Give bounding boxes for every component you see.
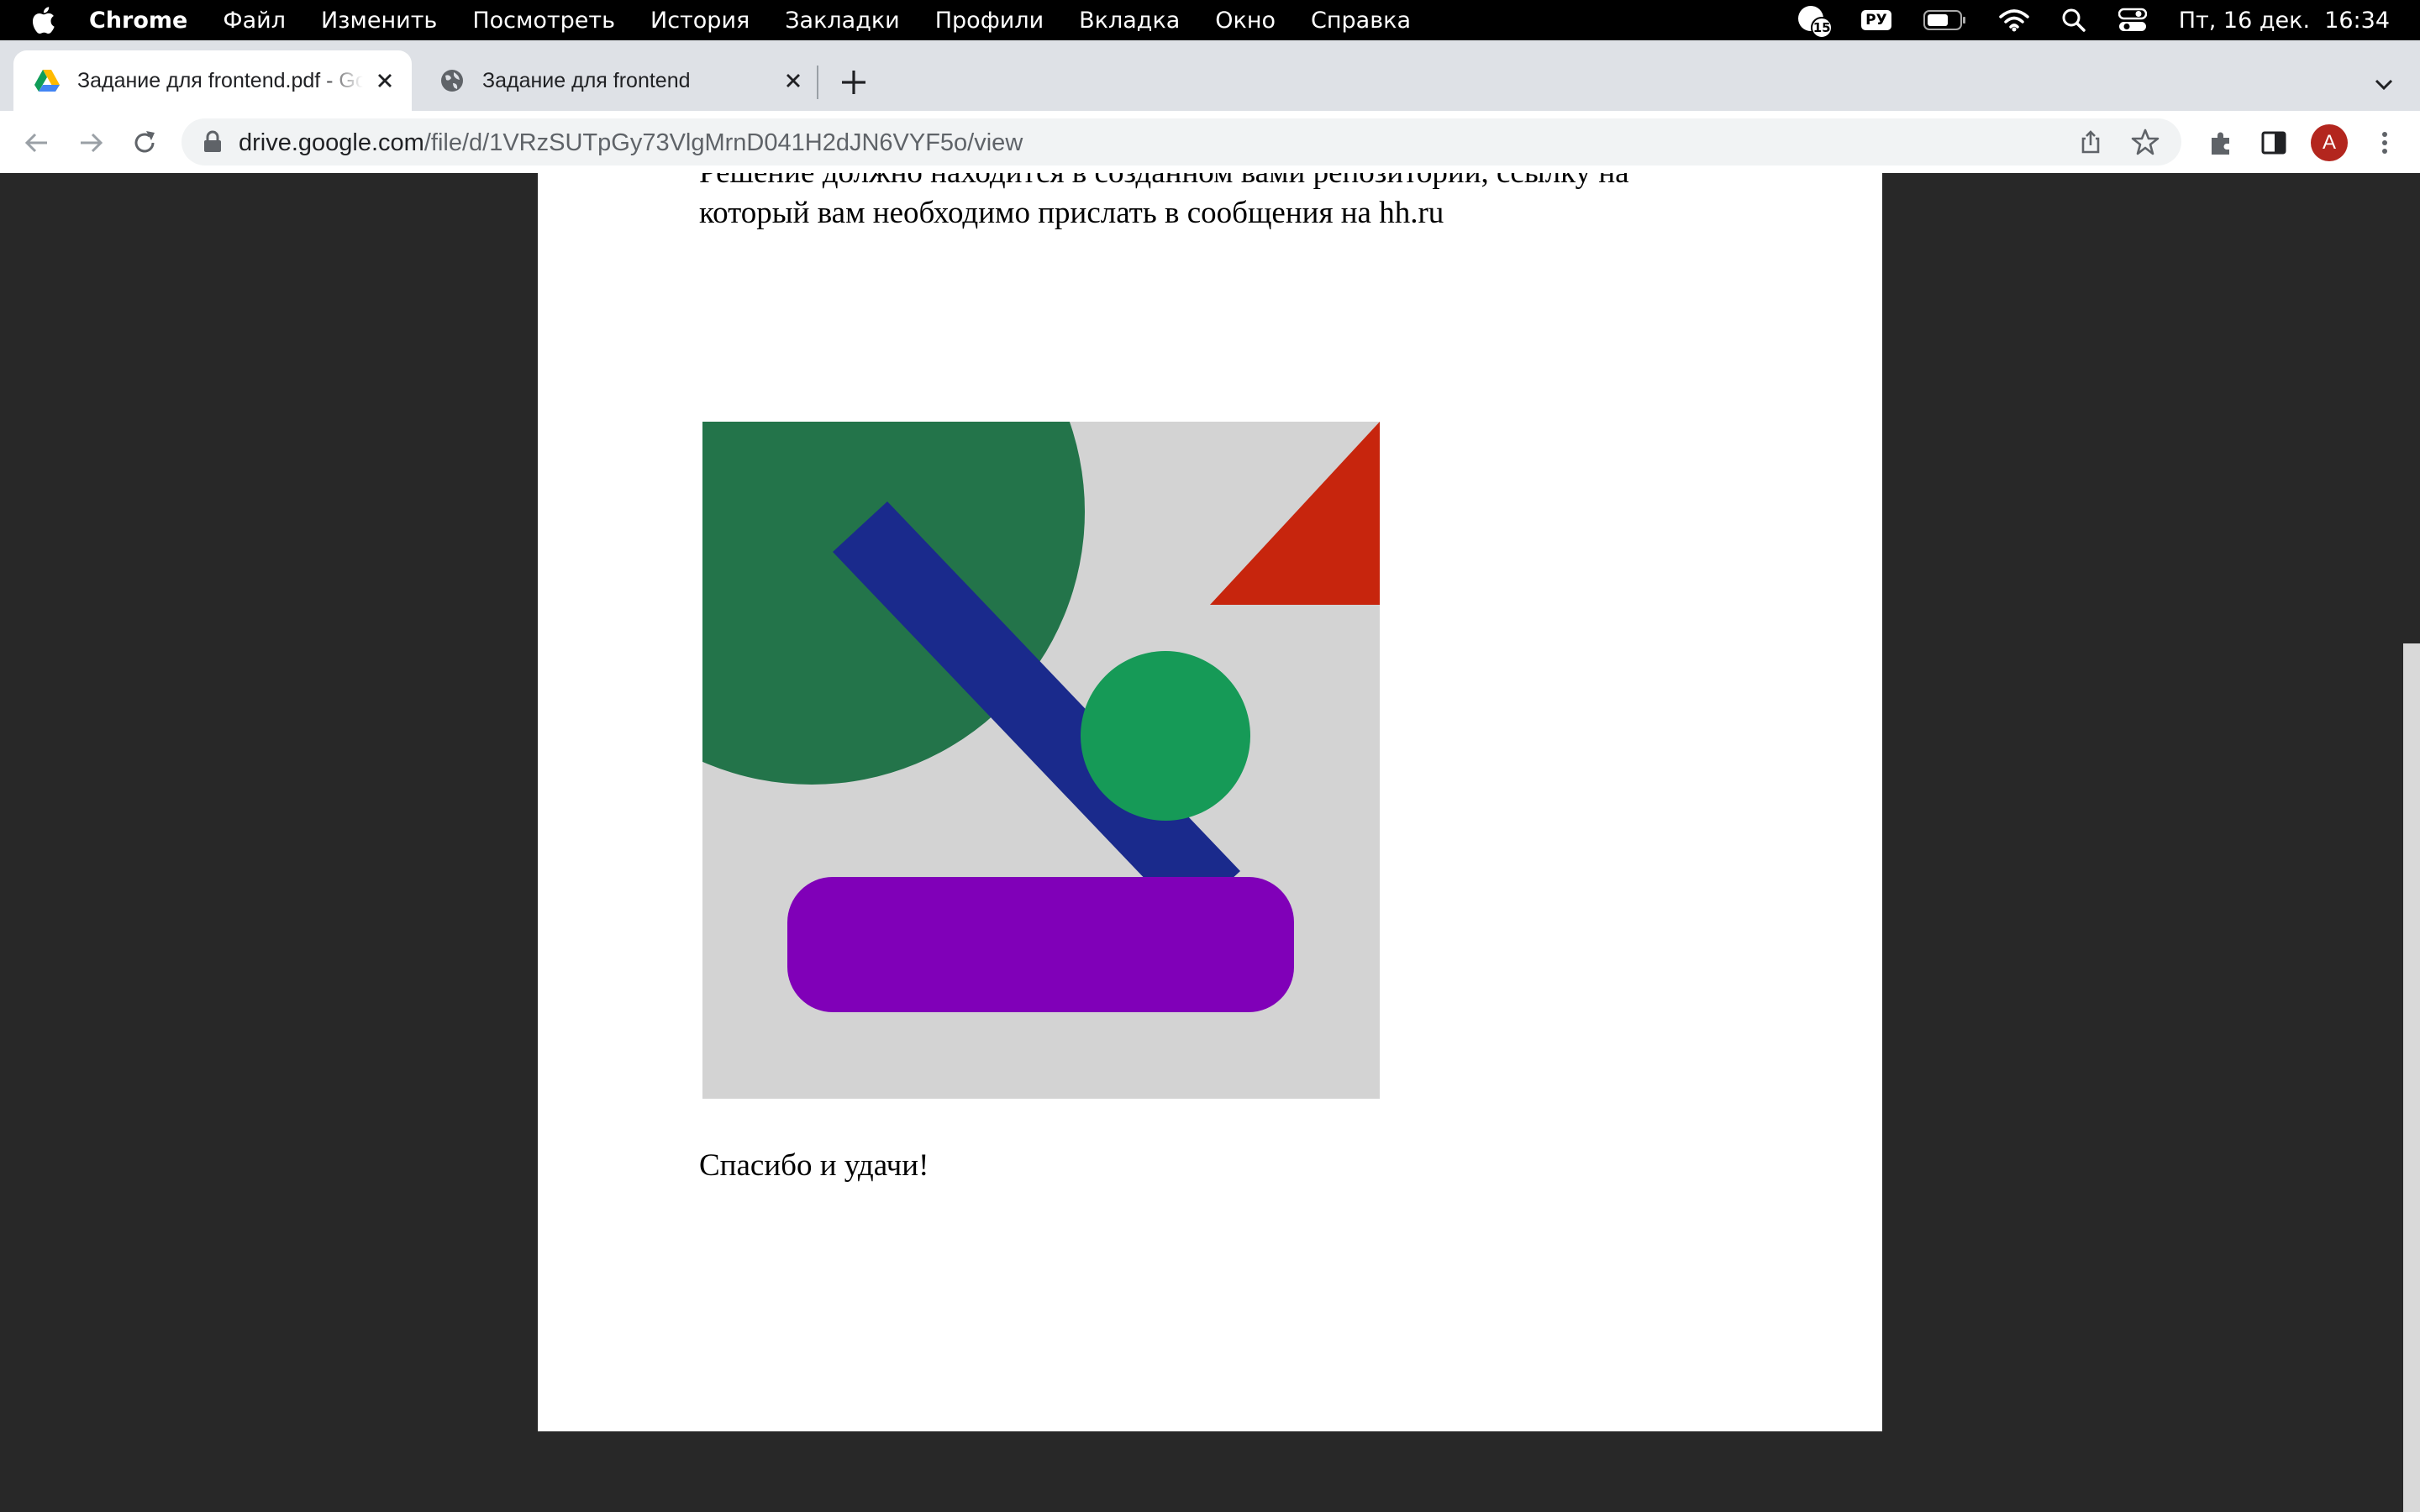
- apple-logo-icon[interactable]: [30, 6, 55, 34]
- browser-tab-strip: Задание для frontend.pdf - Google Drive …: [0, 40, 2420, 111]
- menu-view[interactable]: Посмотреть: [472, 8, 615, 34]
- address-bar[interactable]: drive.google.com/file/d/1VRzSUTpGy73VlgM…: [182, 118, 2181, 165]
- chrome-menu-kebab-icon[interactable]: [2370, 128, 2400, 158]
- tab-separator: [817, 66, 818, 99]
- back-arrow-icon[interactable]: [22, 128, 52, 158]
- globe-icon: [441, 70, 463, 92]
- close-tab-icon[interactable]: [373, 69, 397, 92]
- menu-help[interactable]: Справка: [1311, 8, 1411, 34]
- tab-search-chevron-down-icon[interactable]: [2370, 71, 2398, 99]
- browser-toolbar: drive.google.com/file/d/1VRzSUTpGy73VlgM…: [0, 111, 2420, 174]
- extensions-puzzle-icon[interactable]: [2207, 128, 2237, 158]
- menu-tab[interactable]: Вкладка: [1079, 8, 1180, 34]
- purple-rounded-rectangle: [787, 877, 1294, 1012]
- tab-title: Задание для frontend: [482, 68, 691, 92]
- reload-icon[interactable]: [129, 128, 160, 158]
- menu-app-name[interactable]: Chrome: [89, 8, 187, 34]
- small-green-circle: [1081, 651, 1250, 821]
- vertical-scrollbar[interactable]: [2403, 643, 2420, 1512]
- close-tab-icon[interactable]: [781, 69, 805, 92]
- forward-arrow-icon[interactable]: [76, 128, 106, 158]
- menubar-clock[interactable]: Пт, 16 дек. 16:34: [2179, 8, 2390, 34]
- paragraph-line: Решение должно находится в созданном вам…: [699, 173, 1629, 191]
- url-host: drive.google.com: [239, 129, 424, 156]
- macos-menu-bar: Chrome Файл Изменить Посмотреть История …: [0, 0, 2420, 40]
- menu-profiles[interactable]: Профили: [935, 8, 1044, 34]
- menu-window[interactable]: Окно: [1215, 8, 1276, 34]
- tab-drive-pdf[interactable]: Задание для frontend.pdf - Google Drive: [13, 50, 412, 111]
- url-text[interactable]: drive.google.com/file/d/1VRzSUTpGy73VlgM…: [239, 129, 1023, 157]
- notification-count: 15: [1811, 17, 1833, 39]
- geometric-shapes-figure: [702, 422, 1380, 1099]
- paragraph-line: который вам необходимо прислать в сообще…: [699, 196, 1444, 230]
- new-tab-plus-icon[interactable]: [837, 66, 871, 99]
- wifi-icon[interactable]: [1998, 8, 2029, 32]
- lock-icon[interactable]: [202, 130, 224, 154]
- menu-edit[interactable]: Изменить: [321, 8, 437, 34]
- pdf-viewer[interactable]: Решение должно находится в созданном вам…: [0, 173, 2420, 1512]
- pdf-page: Решение должно находится в созданном вам…: [538, 173, 1882, 1431]
- control-center-icon[interactable]: [2118, 8, 2147, 33]
- tab-title: Задание для frontend.pdf - Google Drive: [77, 68, 363, 92]
- menu-history[interactable]: История: [650, 8, 750, 34]
- share-icon[interactable]: [2077, 129, 2104, 155]
- profile-avatar[interactable]: A: [2311, 124, 2348, 161]
- menu-bookmarks[interactable]: Закладки: [785, 8, 900, 34]
- input-source-indicator[interactable]: РУ: [1861, 10, 1891, 30]
- tab-frontend-task[interactable]: Задание для frontend: [418, 50, 820, 111]
- closing-text: Спасибо и удачи!: [699, 1148, 929, 1183]
- google-drive-icon: [34, 70, 60, 92]
- menu-file[interactable]: Файл: [223, 8, 286, 34]
- url-path: /file/d/1VRzSUTpGy73VlgMrnD041H2dJN6VYF5…: [424, 129, 1023, 156]
- bookmark-star-icon[interactable]: [2131, 128, 2160, 156]
- spotlight-search-icon[interactable]: [2061, 8, 2086, 33]
- notification-center-icon[interactable]: 15: [1796, 3, 1833, 39]
- battery-icon[interactable]: [1923, 9, 1967, 31]
- side-panel-icon[interactable]: [2259, 128, 2289, 158]
